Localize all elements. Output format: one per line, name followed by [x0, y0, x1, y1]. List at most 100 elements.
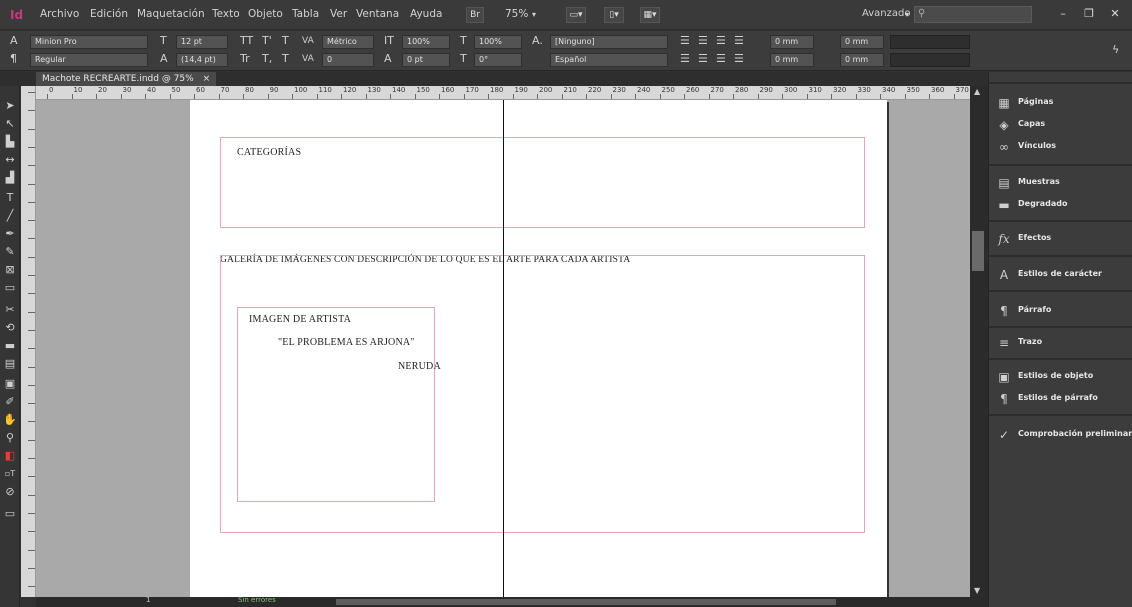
type-tool-icon[interactable]: T [3, 190, 17, 206]
content-collector-icon[interactable]: ▟ [3, 170, 17, 186]
document-tab[interactable]: Machote RECREARTE.indd @ 75% × [36, 72, 217, 86]
screen-mode-icon[interactable]: ▯▾ [604, 7, 624, 23]
menu-ventana[interactable]: Ventana [356, 8, 399, 20]
zoom-tool-icon[interactable]: ⚲ [3, 430, 17, 446]
screen-mode-tool-icon[interactable]: ▭ [3, 506, 17, 522]
scroll-down-icon[interactable]: ▼ [974, 586, 980, 595]
rectangle-frame-tool-icon[interactable]: ⊠ [3, 262, 17, 278]
minimize-button[interactable]: – [1052, 6, 1074, 22]
align-justify-icon[interactable]: ☰ [734, 34, 744, 48]
font-style-field[interactable]: Regular [30, 53, 148, 67]
page-number[interactable]: 1 [146, 596, 150, 604]
panel-vinculos[interactable]: ∞ Vínculos [989, 136, 1132, 158]
panel-capas[interactable]: ◈ Capas [989, 114, 1132, 136]
panel-estilos-parrafo[interactable]: ¶ Estilos de párrafo [989, 388, 1132, 410]
free-transform-tool-icon[interactable]: ⟲ [3, 320, 17, 336]
scroll-up-icon[interactable]: ▲ [974, 87, 980, 96]
hand-tool-icon[interactable]: ✋ [3, 412, 17, 428]
formatting-container-icon[interactable]: ▫T [3, 466, 17, 482]
left-indent-field[interactable]: 0 mm [770, 35, 814, 49]
vertical-scale-field[interactable]: 100% [402, 35, 450, 49]
justify-right-icon[interactable]: ☰ [716, 52, 726, 66]
panel-muestras[interactable]: ▤ Muestras [989, 172, 1132, 194]
restore-button[interactable]: ❐ [1078, 6, 1100, 22]
menu-ver[interactable]: Ver [330, 8, 347, 20]
arrange-documents-icon[interactable]: ▦▾ [640, 7, 660, 23]
panel-efectos[interactable]: fx Efectos [989, 228, 1132, 250]
leading-field[interactable]: (14,4 pt) [176, 53, 228, 67]
close-button[interactable]: ✕ [1104, 6, 1126, 22]
menu-objeto[interactable]: Objeto [248, 8, 283, 20]
gradient-swatch-tool-icon[interactable]: ▬ [3, 338, 17, 354]
view-options-icon[interactable]: ▭▾ [566, 7, 586, 23]
zoom-select[interactable]: 75% [505, 8, 528, 20]
skew-field[interactable]: 0° [474, 53, 522, 67]
panel-estilos-caracter[interactable]: A Estilos de carácter [989, 264, 1132, 286]
menu-tabla[interactable]: Tabla [292, 8, 319, 20]
menu-ayuda[interactable]: Ayuda [410, 8, 442, 20]
lightning-icon[interactable]: ϟ [1112, 43, 1119, 57]
horizontal-ruler[interactable]: 0 10 20 30 40 50 60 70 80 90 100 110 120 130 140 150 160… [36, 86, 976, 100]
underline-icon[interactable]: T [282, 34, 289, 48]
panel-comprobacion-preliminar[interactable]: ✓ Comprobación preliminar [989, 424, 1132, 446]
search-input[interactable]: ⚲ [914, 6, 1032, 23]
workspace-chevron-icon[interactable]: ▾ [905, 10, 909, 19]
menu-edicion[interactable]: Edición [90, 8, 128, 20]
menu-archivo[interactable]: Archivo [40, 8, 79, 20]
panel-trazo[interactable]: ≡ Trazo [989, 332, 1132, 354]
workspace-select[interactable]: Avanzado [862, 8, 910, 19]
justify-center-icon[interactable]: ☰ [698, 52, 708, 66]
gradient-feather-tool-icon[interactable]: ▤ [3, 356, 17, 372]
right-indent-field[interactable]: 0 mm [840, 35, 884, 49]
bridge-button[interactable]: Br [466, 7, 484, 23]
baseline-shift-field[interactable]: 0 pt [402, 53, 450, 67]
language-field[interactable]: Español [550, 53, 668, 67]
preflight-status[interactable]: Sin errores [238, 596, 276, 604]
panel-estilos-objeto[interactable]: ▣ Estilos de objeto [989, 366, 1132, 388]
pencil-tool-icon[interactable]: ✎ [3, 244, 17, 260]
character-style-field[interactable]: [Ninguno] [550, 35, 668, 49]
kerning-field[interactable]: Métrico [322, 35, 374, 49]
page-tool-icon[interactable]: ▙ [3, 134, 17, 150]
direct-selection-tool-icon[interactable]: ↖ [3, 116, 17, 132]
selection-tool-icon[interactable]: ➤ [3, 98, 17, 114]
vertical-scrollbar[interactable]: ▲ ▼ [970, 86, 988, 597]
horizontal-scale-field[interactable]: 100% [474, 35, 522, 49]
eyedropper-tool-icon[interactable]: ✐ [3, 394, 17, 410]
all-caps-icon[interactable]: TT [240, 34, 253, 48]
zoom-chevron-icon[interactable]: ▾ [532, 10, 536, 19]
small-caps-icon[interactable]: Tr [240, 52, 250, 66]
categories-frame[interactable] [220, 137, 865, 228]
font-family-field[interactable]: Minion Pro [30, 35, 148, 49]
superscript-icon[interactable]: T' [262, 34, 272, 48]
panel-parrafo[interactable]: ¶ Párrafo [989, 300, 1132, 322]
line-tool-icon[interactable]: ╱ [3, 208, 17, 224]
note-tool-icon[interactable]: ▣ [3, 376, 17, 392]
align-center-icon[interactable]: ☰ [698, 34, 708, 48]
document-tab-close-icon[interactable]: × [203, 74, 211, 84]
gap-tool-icon[interactable]: ↔ [3, 152, 17, 168]
subscript-icon[interactable]: T, [262, 52, 272, 66]
font-size-field[interactable]: 12 pt [176, 35, 228, 49]
justify-all-icon[interactable]: ☰ [734, 52, 744, 66]
scissors-tool-icon[interactable]: ✂ [3, 302, 17, 318]
vertical-ruler[interactable] [21, 86, 36, 597]
rectangle-tool-icon[interactable]: ▭ [3, 280, 17, 296]
paragraph-formatting-icon[interactable]: ¶ [10, 52, 17, 66]
pen-tool-icon[interactable]: ✒ [3, 226, 17, 242]
first-line-indent-field[interactable]: 0 mm [770, 53, 814, 67]
panel-paginas[interactable]: ▦ Páginas [989, 92, 1132, 114]
space-after-field[interactable]: 0 mm [840, 53, 884, 67]
justify-left-icon[interactable]: ☰ [680, 52, 690, 66]
vertical-scroll-thumb[interactable] [972, 231, 984, 271]
horizontal-scroll-thumb[interactable] [336, 599, 836, 605]
panel-degradado[interactable]: ▬ Degradado [989, 194, 1132, 216]
character-formatting-icon[interactable]: A [10, 34, 18, 48]
fill-stroke-icon[interactable]: ◧ [3, 448, 17, 464]
align-right-icon[interactable]: ☰ [716, 34, 726, 48]
tracking-field[interactable]: 0 [322, 53, 374, 67]
menu-maquetacion[interactable]: Maquetación [137, 8, 205, 20]
apply-none-icon[interactable]: ⊘ [3, 484, 17, 500]
menu-texto[interactable]: Texto [212, 8, 240, 20]
strikethrough-icon[interactable]: T [282, 52, 289, 66]
